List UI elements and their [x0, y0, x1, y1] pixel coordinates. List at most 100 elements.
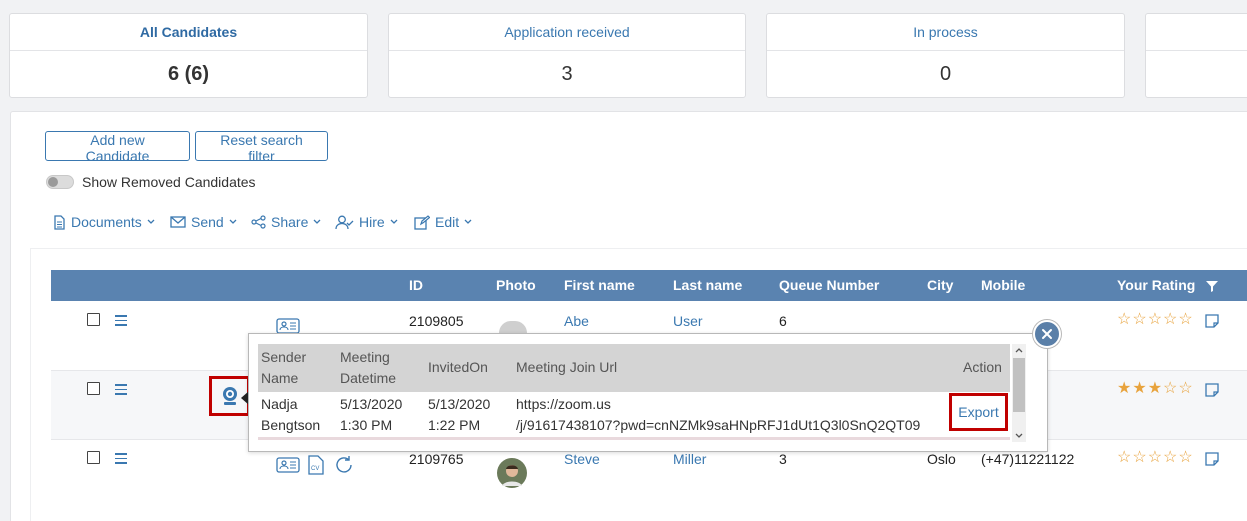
chevron-down-icon: [390, 219, 398, 224]
row-checkbox[interactable]: [87, 451, 100, 464]
cell-mobile: (+47)11221122: [981, 451, 1075, 467]
cell-id: 2109765: [409, 451, 464, 467]
row-checkbox[interactable]: [87, 382, 100, 395]
table-header: ID Photo First name Last name Queue Numb…: [51, 270, 1247, 301]
popup-header-sender-line2: Name: [261, 370, 299, 386]
cell-last-name[interactable]: User: [673, 313, 703, 329]
send-label: Send: [191, 214, 224, 230]
star-filled-icon[interactable]: ★: [1117, 381, 1131, 397]
cell-queue-number: 3: [779, 451, 787, 467]
star-filled-icon[interactable]: ★: [1132, 381, 1146, 397]
scroll-down-icon[interactable]: [1015, 433, 1023, 439]
popup-header-meeting-url: Meeting Join Url: [516, 359, 618, 375]
chevron-down-icon: [464, 219, 472, 224]
popup-row-divider: [258, 437, 1010, 440]
edit-menu[interactable]: Edit: [414, 213, 472, 231]
popup-cell-meeting-date: 5/13/2020: [340, 396, 403, 412]
cell-queue-number: 6: [779, 313, 787, 329]
envelope-icon: [170, 216, 186, 228]
share-icon: [251, 215, 266, 229]
column-header-photo[interactable]: Photo: [496, 270, 536, 301]
star-empty-icon[interactable]: ☆: [1148, 450, 1162, 466]
note-icon[interactable]: [1205, 452, 1219, 466]
hire-label: Hire: [359, 214, 385, 230]
star-empty-icon[interactable]: ☆: [1117, 450, 1131, 466]
rating-stars[interactable]: ☆ ☆ ☆ ☆ ☆: [1117, 450, 1193, 466]
star-empty-icon[interactable]: ☆: [1163, 381, 1177, 397]
status-card-partial[interactable]: [1145, 13, 1247, 98]
star-empty-icon[interactable]: ☆: [1117, 312, 1131, 328]
column-header-first-name[interactable]: First name: [564, 270, 635, 301]
popup-scroll-thumb[interactable]: [1013, 358, 1025, 412]
status-card-count: 0: [939, 63, 952, 85]
status-card-in-process[interactable]: In process 0: [766, 13, 1125, 98]
documents-menu[interactable]: Documents: [53, 213, 155, 231]
star-empty-icon[interactable]: ☆: [1163, 312, 1177, 328]
edit-label: Edit: [435, 214, 460, 230]
cell-first-name[interactable]: Abe: [564, 313, 589, 329]
edit-icon: [414, 214, 430, 230]
add-candidate-button[interactable]: Add new Candidate: [45, 131, 190, 164]
note-icon[interactable]: [1205, 383, 1219, 397]
status-card-label: Application received: [389, 14, 745, 51]
cell-last-name[interactable]: Miller: [673, 451, 706, 467]
rating-stars[interactable]: ★ ★ ★ ☆ ☆: [1117, 381, 1193, 397]
column-header-id[interactable]: ID: [409, 270, 423, 301]
popup-header-action: Action: [963, 359, 1002, 375]
cv-document-icon[interactable]: CV: [308, 455, 324, 475]
popup-cell-invited-date: 5/13/2020: [428, 396, 491, 412]
star-empty-icon[interactable]: ☆: [1163, 450, 1177, 466]
filter-icon[interactable]: [1206, 280, 1218, 292]
column-header-city[interactable]: City: [927, 270, 953, 301]
popup-scrollbar[interactable]: [1012, 344, 1026, 442]
export-link[interactable]: Export: [958, 402, 998, 422]
share-menu[interactable]: Share: [251, 213, 321, 231]
column-header-queue-number[interactable]: Queue Number: [779, 270, 879, 301]
popup-header-sender-line1: Sender: [261, 349, 307, 365]
cell-city: Oslo: [927, 451, 956, 467]
status-card-application-received[interactable]: Application received 3: [388, 13, 746, 98]
star-empty-icon[interactable]: ☆: [1178, 381, 1192, 397]
chevron-down-icon: [147, 219, 155, 224]
popup-header-meeting-line2: Datetime: [340, 370, 397, 386]
star-empty-icon[interactable]: ☆: [1148, 312, 1162, 328]
svg-text:CV: CV: [311, 466, 319, 472]
close-icon: [1042, 329, 1052, 339]
popup-cell-sender-line1: Nadja: [261, 396, 298, 412]
star-empty-icon[interactable]: ☆: [1132, 450, 1146, 466]
popup-cell-sender-line2: Bengtson: [261, 417, 321, 433]
star-empty-icon[interactable]: ☆: [1178, 312, 1192, 328]
star-filled-icon[interactable]: ★: [1148, 381, 1162, 397]
popup-cell-url-line1[interactable]: https://zoom.us: [516, 394, 611, 415]
refresh-icon[interactable]: [334, 455, 354, 475]
send-menu[interactable]: Send: [170, 213, 237, 231]
webcam-icon[interactable]: [220, 386, 240, 406]
column-header-your-rating[interactable]: Your Rating: [1117, 270, 1195, 301]
status-card-all[interactable]: All Candidates 6 (6): [9, 13, 368, 98]
row-menu-icon[interactable]: [115, 384, 127, 395]
chevron-down-icon: [313, 219, 321, 224]
star-empty-icon[interactable]: ☆: [1178, 450, 1192, 466]
popup-close-button[interactable]: [1033, 320, 1061, 348]
show-removed-toggle[interactable]: [46, 175, 74, 189]
column-header-mobile[interactable]: Mobile: [981, 270, 1025, 301]
cell-first-name[interactable]: Steve: [564, 451, 600, 467]
popup-cell-url-line2[interactable]: /j/91617438107?pwd=cnNZMk9saHNpRFJ1dUt1Q…: [516, 415, 920, 436]
star-empty-icon[interactable]: ☆: [1132, 312, 1146, 328]
id-card-icon[interactable]: [276, 318, 300, 334]
avatar: [497, 458, 527, 488]
note-icon[interactable]: [1205, 314, 1219, 328]
row-checkbox[interactable]: [87, 313, 100, 326]
meeting-invitations-popup: Sender Name Meeting Datetime InvitedOn M…: [248, 333, 1048, 452]
popup-cell-invited-time: 1:22 PM: [428, 417, 481, 433]
scroll-up-icon[interactable]: [1015, 347, 1023, 353]
row-menu-icon[interactable]: [115, 453, 127, 464]
column-header-last-name[interactable]: Last name: [673, 270, 742, 301]
rating-stars[interactable]: ☆ ☆ ☆ ☆ ☆: [1117, 312, 1193, 328]
share-label: Share: [271, 214, 309, 230]
hire-menu[interactable]: Hire: [335, 213, 398, 231]
row-menu-icon[interactable]: [115, 315, 127, 326]
reset-filter-button[interactable]: Reset search filter: [195, 131, 328, 164]
user-check-icon: [335, 215, 354, 229]
id-card-icon[interactable]: [276, 457, 300, 473]
